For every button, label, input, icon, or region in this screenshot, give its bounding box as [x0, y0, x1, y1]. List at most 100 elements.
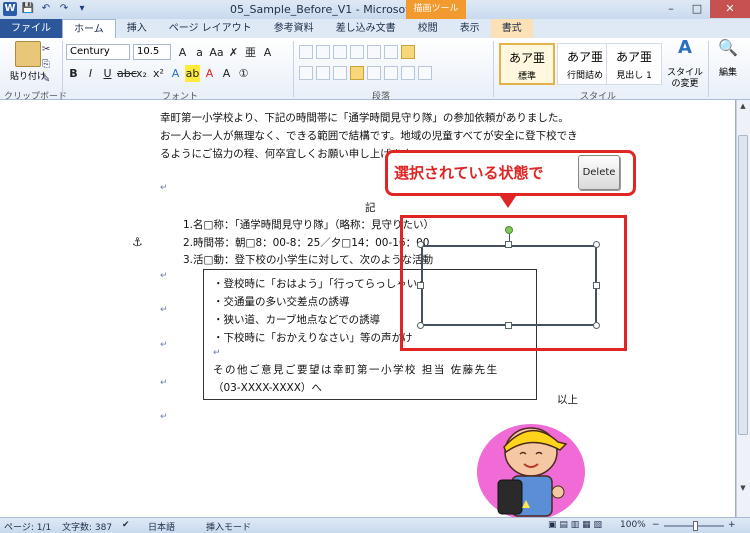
justify-icon[interactable]: [350, 66, 364, 80]
highlight-icon[interactable]: ab: [185, 65, 200, 82]
multilevel-list-icon[interactable]: [333, 45, 347, 59]
save-icon[interactable]: 💾: [21, 2, 35, 16]
paragraph-mark: ↵: [160, 412, 168, 422]
paragraph-mark: ↵: [160, 340, 168, 350]
bullets-icon[interactable]: [299, 45, 313, 59]
strikethrough-icon[interactable]: abc: [117, 65, 137, 82]
tab-view[interactable]: 表示: [449, 19, 491, 38]
char-border-icon[interactable]: A: [260, 44, 275, 61]
style-heading-1[interactable]: あア亜 見出し 1: [606, 43, 662, 85]
edit-button[interactable]: 🔍 編集: [712, 40, 744, 79]
window-controls: – □ ✕: [658, 0, 750, 18]
tab-mailings[interactable]: 差し込み文書: [325, 19, 407, 38]
text-effects-icon[interactable]: A: [168, 65, 183, 82]
style-preview: あア亜: [615, 50, 652, 64]
scroll-down-icon[interactable]: ▼: [738, 484, 748, 494]
resize-handle-left[interactable]: [417, 282, 424, 289]
selected-rectangle-shape[interactable]: [421, 245, 597, 326]
undo-icon[interactable]: ↶: [39, 2, 53, 16]
grow-font-icon[interactable]: A: [175, 44, 190, 61]
shading-icon[interactable]: [401, 66, 415, 80]
clear-format-icon[interactable]: ✗: [226, 44, 241, 61]
callout-arrow: [500, 196, 516, 208]
font-size-box[interactable]: 10.5: [133, 44, 171, 60]
phonetic-guide-icon[interactable]: 亜: [243, 44, 258, 61]
body-line-3: るようにご協力の程、何卒宜しくお願い申し上げます。: [160, 148, 422, 160]
word-count[interactable]: 文字数: 387: [62, 520, 112, 533]
tab-insert[interactable]: 挿入: [116, 19, 158, 38]
language-status[interactable]: 日本語: [148, 520, 175, 533]
item-2: 2.時間帯：朝□8：00-8：25／夕□14：00-16：00: [183, 237, 430, 249]
shrink-font-icon[interactable]: a: [192, 44, 207, 61]
align-left-icon[interactable]: [299, 66, 313, 80]
line-spacing-icon[interactable]: [384, 66, 398, 80]
item-3: 3.活□動：登下校の小学生に対して、次のような活動: [183, 254, 434, 266]
clipboard-small-tools: ✂ ⎘ ✎: [42, 44, 50, 85]
proofing-icon[interactable]: ✔: [122, 520, 130, 530]
resize-handle-top[interactable]: [505, 241, 512, 248]
font-color-icon[interactable]: A: [202, 65, 217, 82]
maximize-button[interactable]: □: [684, 0, 710, 18]
scroll-thumb[interactable]: [738, 135, 748, 435]
subscript-icon[interactable]: x₂: [134, 65, 149, 82]
customize-qat-icon[interactable]: ▾: [75, 2, 89, 16]
quick-access-toolbar: W 💾 ↶ ↷ ▾: [3, 2, 89, 16]
char-shading-icon[interactable]: A: [219, 65, 234, 82]
insert-mode-status[interactable]: 挿入モード: [206, 520, 251, 533]
tab-page-layout[interactable]: ページ レイアウト: [158, 19, 263, 38]
resize-handle-top-right[interactable]: [593, 241, 600, 248]
tab-review[interactable]: 校閲: [407, 19, 449, 38]
redo-icon[interactable]: ↷: [57, 2, 71, 16]
underline-icon[interactable]: U: [100, 65, 115, 82]
zoom-level[interactable]: 100%: [620, 520, 646, 530]
close-button[interactable]: ✕: [710, 0, 750, 18]
sort-icon[interactable]: [384, 45, 398, 59]
change-styles-label: スタイルの変更: [666, 68, 703, 89]
zoom-slider-knob[interactable]: [693, 521, 698, 531]
ribbon-tabs: ファイル ホーム 挿入 ページ レイアウト 参考資料 差し込み文書 校閲 表示 …: [0, 19, 750, 38]
align-center-icon[interactable]: [316, 66, 330, 80]
zoom-in-icon[interactable]: +: [728, 520, 736, 530]
view-buttons-icon[interactable]: ▣ ▤ ▥ ▦ ▧: [548, 520, 602, 530]
style-no-spacing[interactable]: あア亜 行間詰め: [557, 43, 613, 85]
numbering-icon[interactable]: [316, 45, 330, 59]
resize-handle-right[interactable]: [593, 282, 600, 289]
scroll-up-icon[interactable]: ▲: [738, 102, 748, 112]
copy-icon[interactable]: ⎘: [42, 59, 50, 70]
font-size-tools: A a Aa ✗ 亜 A: [175, 44, 275, 61]
page-count[interactable]: ページ: 1/1: [4, 520, 51, 533]
tab-format[interactable]: 書式: [490, 19, 533, 38]
enclose-char-icon[interactable]: ①: [236, 65, 251, 82]
superscript-icon[interactable]: x²: [151, 65, 166, 82]
zoom-out-icon[interactable]: −: [652, 520, 660, 530]
rotation-handle[interactable]: [505, 226, 513, 234]
resize-handle-top-left[interactable]: [417, 241, 424, 248]
show-marks-icon[interactable]: [401, 45, 415, 59]
box-line-2: ・交通量の多い交差点の誘導: [213, 296, 350, 308]
change-styles-button[interactable]: A スタイルの変更: [664, 39, 706, 90]
word-app-icon[interactable]: W: [3, 2, 17, 16]
resize-handle-bottom-left[interactable]: [417, 322, 424, 329]
bold-icon[interactable]: B: [66, 65, 81, 82]
increase-indent-icon[interactable]: [367, 45, 381, 59]
minimize-button[interactable]: –: [658, 0, 684, 18]
tab-references[interactable]: 参考資料: [263, 19, 325, 38]
italic-icon[interactable]: I: [83, 65, 98, 82]
paragraph-mark: ↵: [160, 183, 168, 193]
change-case-icon[interactable]: Aa: [209, 44, 224, 61]
borders-icon[interactable]: [418, 66, 432, 80]
font-name-box[interactable]: Century: [66, 44, 130, 60]
callout-text: 選択されている状態で: [394, 164, 544, 182]
style-normal[interactable]: あア亜 標準: [499, 43, 555, 85]
format-painter-icon[interactable]: ✎: [42, 74, 50, 85]
tab-file[interactable]: ファイル: [0, 19, 62, 38]
align-right-icon[interactable]: [333, 66, 347, 80]
resize-handle-bottom-right[interactable]: [593, 322, 600, 329]
left-margin: [0, 100, 80, 517]
cut-icon[interactable]: ✂: [42, 44, 50, 55]
resize-handle-bottom[interactable]: [505, 322, 512, 329]
decrease-indent-icon[interactable]: [350, 45, 364, 59]
box-line-1: ・登校時に「おはよう」「行ってらっしゃい」: [213, 278, 428, 290]
tab-home[interactable]: ホーム: [62, 19, 116, 38]
distribute-icon[interactable]: [367, 66, 381, 80]
